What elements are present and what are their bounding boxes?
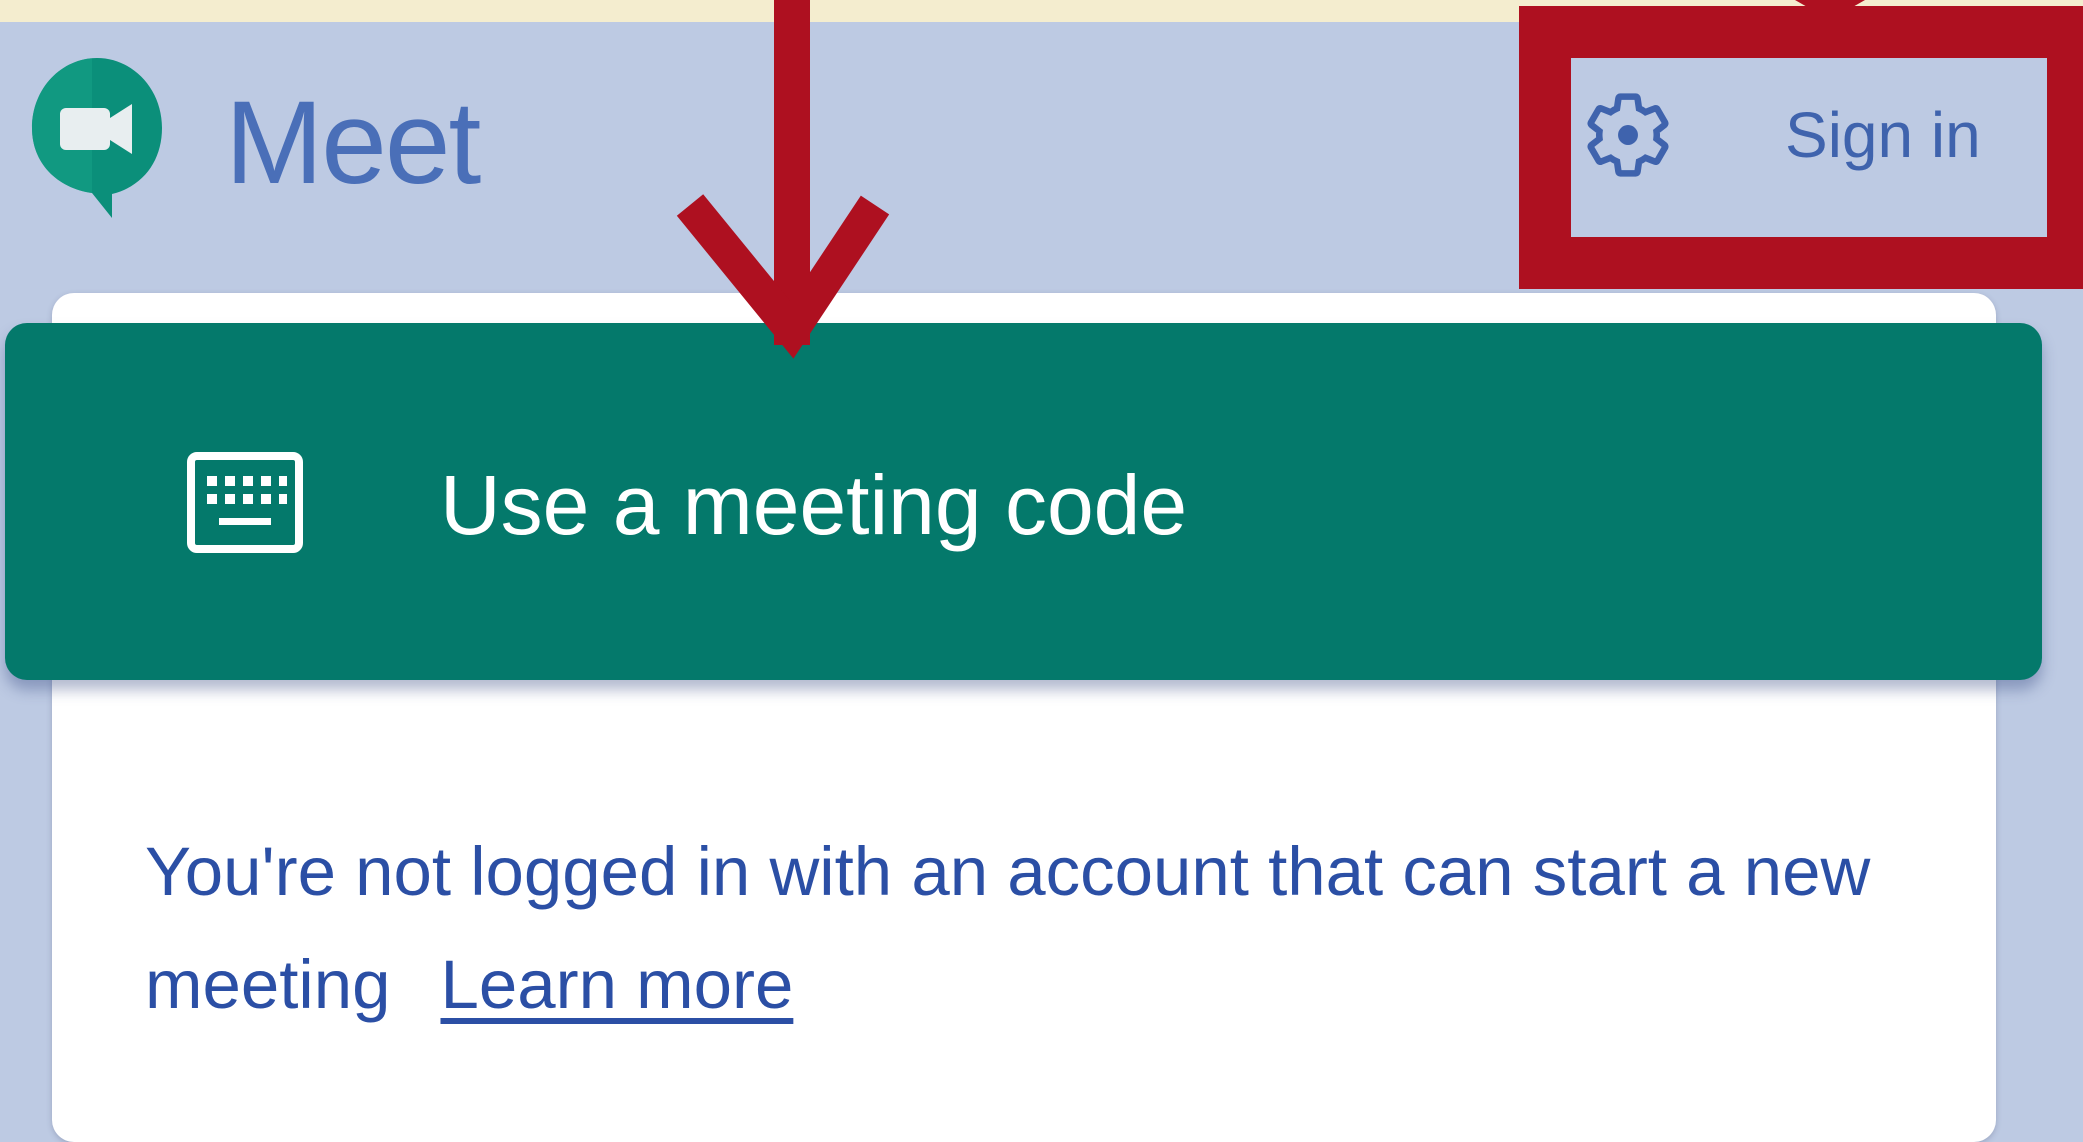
keyboard-icon (187, 452, 303, 553)
use-meeting-code-label: Use a meeting code (440, 458, 1188, 552)
settings-button[interactable] (1578, 85, 1678, 185)
meet-logo-icon (32, 58, 162, 218)
app-title: Meet (225, 77, 481, 209)
info-message: You're not logged in with an account tha… (145, 815, 1965, 1041)
gear-icon (1587, 93, 1669, 177)
sign-in-button[interactable]: Sign in (1785, 95, 1981, 175)
not-logged-in-text: You're not logged in with an account tha… (145, 833, 1871, 1023)
learn-more-link[interactable]: Learn more (440, 946, 793, 1023)
meet-landing-page: Meet Sign in Use a meeting code You're n… (0, 0, 2083, 1142)
top-strip (0, 0, 2083, 22)
